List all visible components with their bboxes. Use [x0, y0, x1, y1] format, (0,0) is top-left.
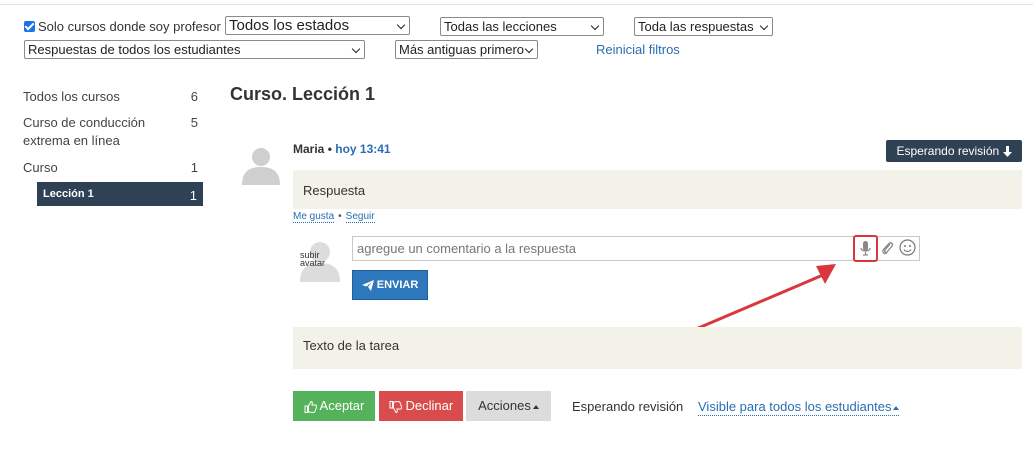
sidebar-item-count: 1	[190, 160, 198, 175]
page-title: Curso. Lección 1	[230, 84, 376, 104]
arrow-down-icon	[1002, 146, 1012, 158]
status-select[interactable]: Todos los estados	[225, 16, 410, 35]
separator-dot: •	[338, 211, 342, 222]
caret-up-icon	[893, 405, 900, 410]
sidebar-item-extreme-driving[interactable]: Curso de conducción extrema en línea 5	[23, 114, 203, 150]
separator-dot: •	[327, 142, 332, 156]
order-select[interactable]: Más antiguas primero	[395, 40, 538, 59]
filters-bar: Solo cursos donde soy profesor Todos los…	[0, 0, 1033, 70]
send-comment-button[interactable]: ENVIAR	[352, 270, 428, 300]
chevron-down-icon	[590, 21, 600, 31]
students-select[interactable]: Respuestas de todos los estudiantes	[24, 40, 365, 59]
sidebar-item-curso[interactable]: Curso 1	[23, 159, 203, 177]
chevron-down-icon	[524, 44, 534, 54]
accept-button[interactable]: Aceptar	[293, 391, 375, 421]
upload-avatar-label[interactable]: subir avatar	[300, 251, 325, 268]
sidebar-item-label: Todos los cursos	[23, 89, 120, 104]
sidebar-item-count: 6	[190, 89, 198, 104]
post-author-line: Maria • hoy 13:41	[293, 142, 391, 156]
sidebar-item-all-courses[interactable]: Todos los cursos 6	[23, 88, 203, 106]
sidebar-item-label: Curso	[23, 160, 58, 175]
thumbs-up-icon	[304, 400, 317, 413]
review-status-text: Esperando revisión	[572, 399, 684, 414]
sidebar-item-label: Lección 1	[43, 188, 94, 200]
follow-link[interactable]: Seguir	[345, 211, 375, 223]
chevron-down-icon	[351, 44, 361, 54]
reset-filters-link[interactable]: Reinicial filtros	[596, 42, 680, 57]
responses-select[interactable]: Toda las respuestas	[634, 17, 773, 36]
sidebar-item-label: Curso de conducción extrema en línea	[23, 115, 146, 148]
paperclip-icon[interactable]	[880, 240, 894, 256]
social-actions: Me gusta • Seguir	[293, 211, 375, 223]
lessons-select[interactable]: Todas las lecciones	[440, 17, 604, 36]
teacher-only-checkbox[interactable]: Solo cursos donde soy profesor	[24, 19, 221, 34]
sidebar-item-leccion-1[interactable]: Lección 1 1	[37, 182, 203, 206]
author-name[interactable]: Maria	[293, 142, 324, 156]
caret-up-icon	[532, 404, 539, 409]
checkbox-checked-icon[interactable]	[24, 21, 35, 32]
task-text: Texto de la tarea	[303, 338, 400, 353]
like-link[interactable]: Me gusta	[293, 211, 335, 223]
post-time[interactable]: hoy 13:41	[335, 142, 390, 156]
user-avatar-icon	[242, 148, 280, 185]
comment-placeholder: agregue un comentario a la respuesta	[357, 241, 576, 256]
answer-text: Respuesta	[303, 183, 366, 198]
sidebar-item-count: 1	[189, 188, 197, 203]
answer-box: Respuesta	[293, 170, 1022, 209]
paper-plane-icon	[361, 279, 374, 291]
thumbs-down-icon	[389, 400, 402, 413]
chevron-down-icon	[396, 20, 406, 30]
decline-button[interactable]: Declinar	[379, 391, 463, 421]
actions-dropdown-button[interactable]: Acciones	[466, 391, 551, 421]
visibility-toggle[interactable]: Visible para todos los estudiantes	[698, 399, 900, 416]
review-status-button[interactable]: Esperando revisión	[886, 140, 1022, 162]
sidebar-item-count: 5	[190, 115, 198, 130]
emoji-icon[interactable]	[899, 239, 916, 256]
teacher-only-label: Solo cursos donde soy profesor	[38, 19, 221, 34]
chevron-down-icon	[759, 21, 769, 31]
task-box: Texto de la tarea	[293, 327, 1022, 369]
